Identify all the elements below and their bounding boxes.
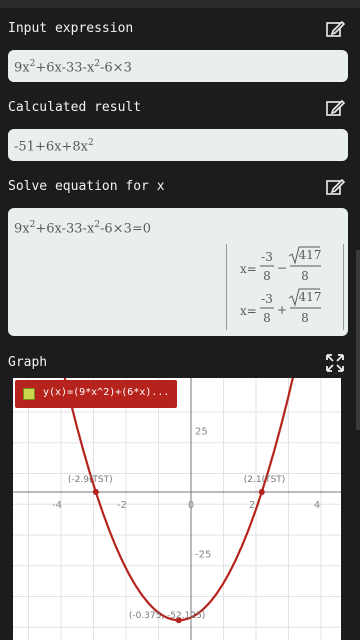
x-tick-label: 4 <box>314 500 320 511</box>
graph-section-header: Graph <box>0 348 360 378</box>
function-plot[interactable]: -4 -2 0 2 4 25 -25 (-2.9(TST) (2.1(TST) (-0.375, … <box>13 378 341 640</box>
solution-2-radicand: 417 <box>299 290 322 304</box>
y-tick-label: 25 <box>195 427 208 438</box>
solution-2-operator: + <box>277 303 287 317</box>
solutions-display: x= -3 8 − 417 8 x= -3 8 + 417 8 <box>240 246 322 325</box>
edit-icon[interactable] <box>324 176 346 198</box>
solution-1-lhs: x= <box>240 262 257 276</box>
solution-1-denominator: 8 <box>263 269 271 283</box>
solution-1-operator: − <box>277 261 287 275</box>
solution-1-radicand: 417 <box>299 248 322 262</box>
solution-2-lhs: x= <box>240 304 257 318</box>
input-title: Input expression <box>8 21 134 36</box>
root-point <box>258 489 265 495</box>
legend-checkbox[interactable] <box>23 388 35 400</box>
y-tick-label: -25 <box>195 550 211 561</box>
input-expression-field[interactable]: 9x2+6x-33-x2-6×3 <box>8 50 348 82</box>
solution-2-root-denominator: 8 <box>301 311 309 325</box>
graph-title: Graph <box>8 355 48 370</box>
solution-1-numerator: -3 <box>261 250 273 264</box>
result-section-header: Calculated result <box>0 93 360 123</box>
graph-panel[interactable]: -4 -2 0 2 4 25 -25 (-2.9(TST) (2.1(TST) (-0.375, … <box>13 378 341 640</box>
legend-label: y(x)=(9*x^2)+(6*x)... <box>43 387 170 398</box>
input-expression-text: 9x2+6x-33-x2-6×3 <box>14 59 132 76</box>
solve-title: Solve equation for x <box>8 179 165 194</box>
x-tick-label: -2 <box>117 500 127 511</box>
app-header <box>0 0 360 8</box>
root-annotation: (-2.9(TST) <box>68 475 113 485</box>
scrollbar[interactable] <box>356 250 360 430</box>
solution-2-denominator: 8 <box>263 311 271 325</box>
root-point <box>92 489 99 495</box>
solution-2-numerator: -3 <box>261 292 273 306</box>
function-curve <box>63 378 294 622</box>
edit-icon[interactable] <box>324 97 346 119</box>
x-tick-label: -4 <box>52 500 62 511</box>
legend-entry[interactable]: y(x)=(9*x^2)+(6*x)... <box>15 380 177 408</box>
input-section-header: Input expression <box>0 14 360 44</box>
result-title: Calculated result <box>8 100 142 115</box>
root-annotation: (2.1(TST) <box>244 475 286 485</box>
equation-text: 9x2+6x-33-x2-6×3=0 <box>14 220 152 237</box>
solve-equation-panel[interactable]: 9x2+6x-33-x2-6×3=0 x= -3 8 − 417 8 x= -3… <box>8 208 348 336</box>
edit-icon[interactable] <box>324 18 346 40</box>
vertex-annotation: (-0.375, -52.125) <box>129 611 206 621</box>
calculated-result-text: -51+6x+8x2 <box>14 138 94 155</box>
x-tick-label: 2 <box>249 500 255 511</box>
calculated-result-field[interactable]: -51+6x+8x2 <box>8 129 348 161</box>
solve-section-header: Solve equation for x <box>0 172 360 202</box>
x-tick-label: 0 <box>188 500 194 511</box>
solution-1-root-denominator: 8 <box>301 269 309 283</box>
fullscreen-icon[interactable] <box>324 352 346 374</box>
